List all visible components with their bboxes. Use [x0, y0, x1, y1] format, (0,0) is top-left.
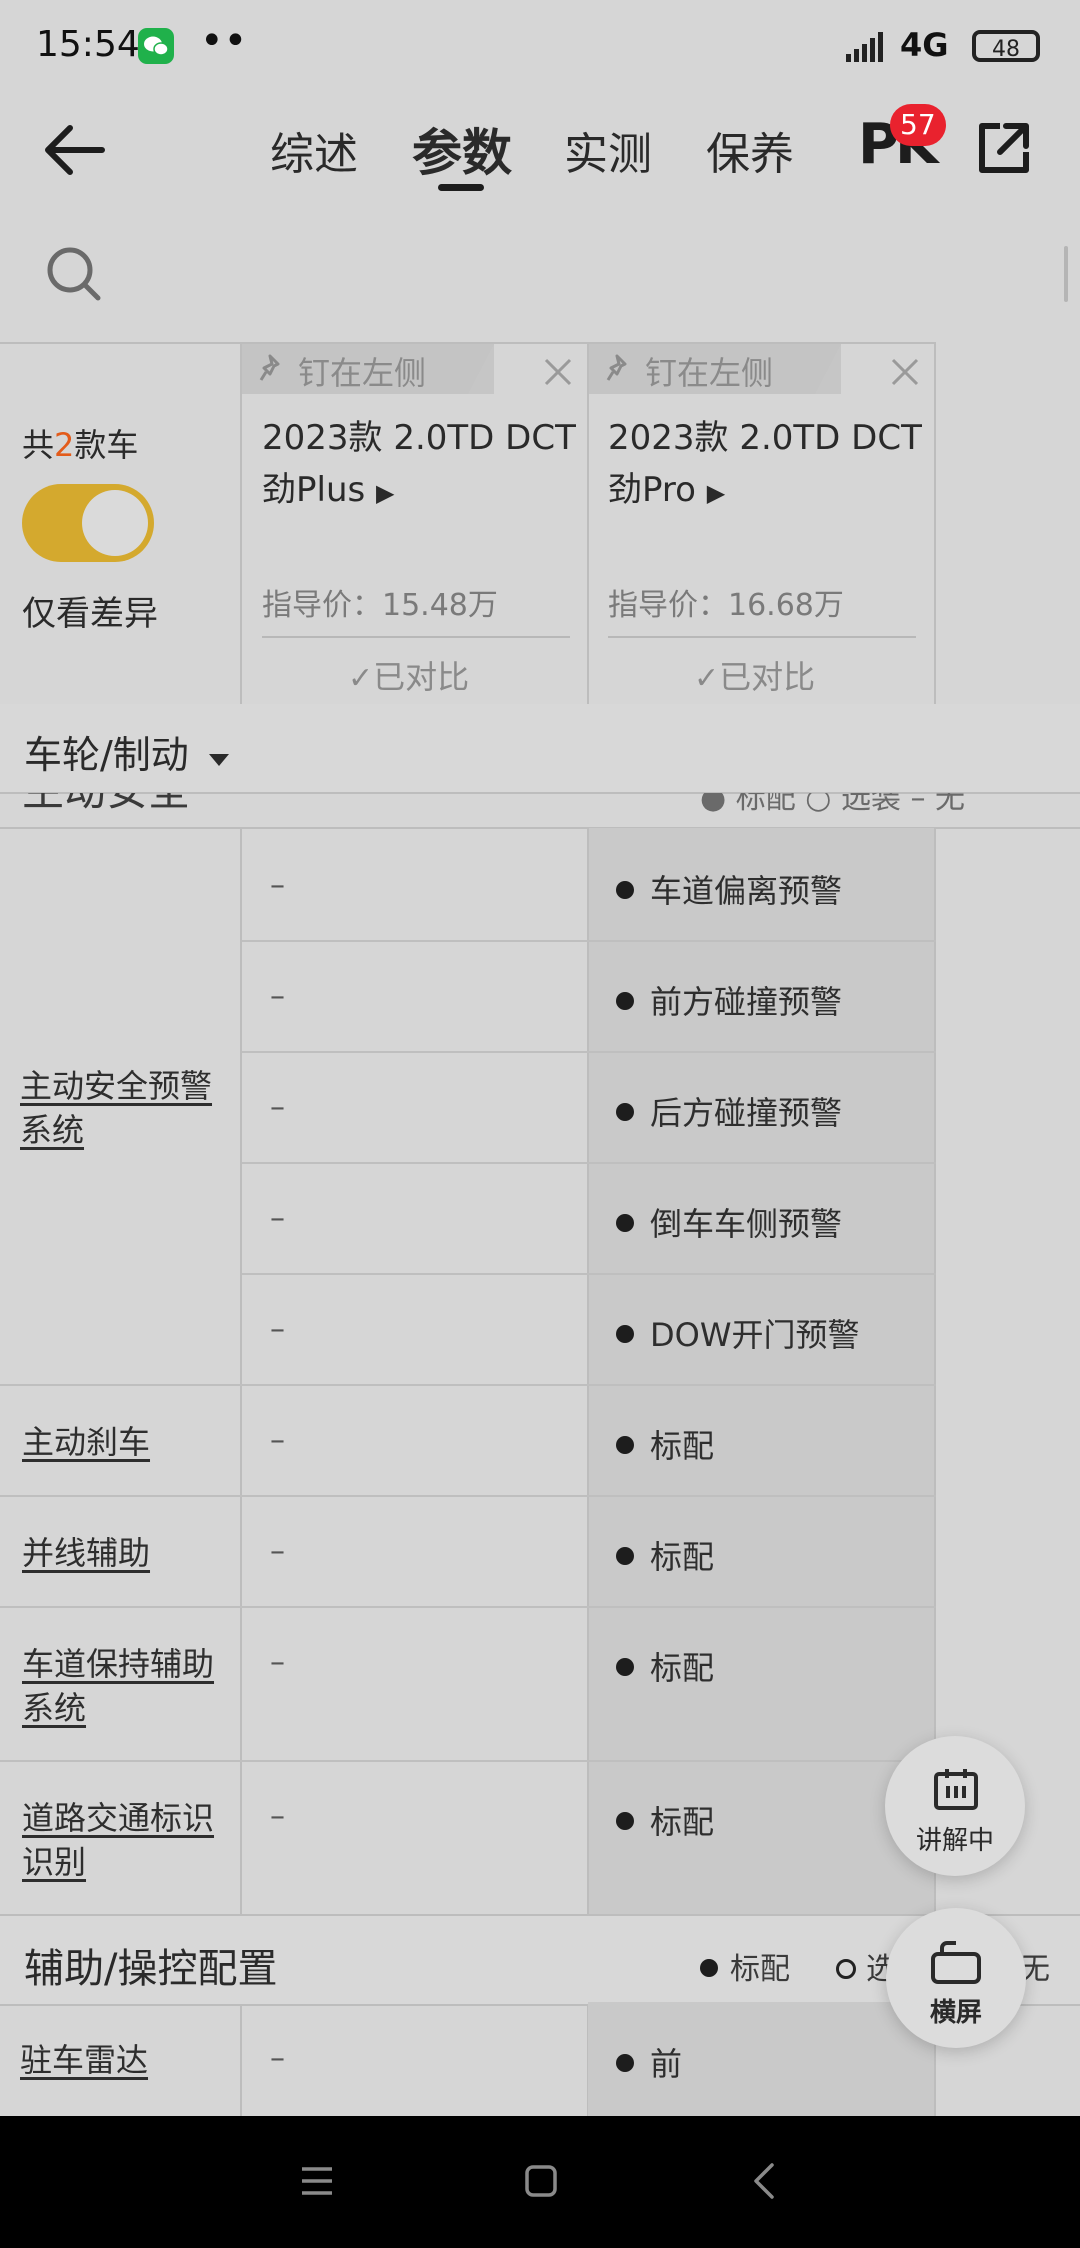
share-icon[interactable]: [976, 120, 1032, 176]
pin-left-button[interactable]: 钉在左侧: [645, 348, 773, 394]
cell-value: 标配: [616, 1797, 714, 1843]
system-navbar: [0, 2116, 1080, 2248]
row-label-parking-radar[interactable]: 驻车雷达: [20, 2038, 148, 2082]
row-label-lane-keeping[interactable]: 车道保持辅助系统: [22, 1642, 232, 1730]
active-tab-indicator: [438, 184, 484, 191]
car-name[interactable]: 2023款 2.0TD DCT 劲Plus ▶: [262, 412, 576, 519]
row-label-traffic-sign-recognition[interactable]: 道路交通标识识别: [22, 1796, 232, 1884]
status-bar: 15:54 •• 4G 48: [0, 0, 1080, 96]
cell-value: –: [270, 1201, 285, 1236]
cell-value: 倒车车侧预警: [616, 1199, 842, 1245]
car-count: 共2款车: [22, 426, 139, 464]
cell-value: 后方碰撞预警: [616, 1088, 842, 1134]
diff-only-toggle[interactable]: [22, 484, 154, 562]
battery-icon: 48: [972, 30, 1040, 62]
back-icon[interactable]: [752, 2162, 776, 2200]
row-label-active-safety-warning[interactable]: 主动安全预警系统: [20, 1064, 230, 1152]
close-icon[interactable]: [543, 357, 573, 387]
pk-count-badge: 57: [890, 104, 946, 146]
tab-params[interactable]: 参数: [412, 113, 512, 185]
cell-value: 标配: [616, 1643, 714, 1689]
cell-value: –: [270, 868, 285, 903]
network-type: 4G: [900, 26, 949, 64]
compared-label[interactable]: ✓已对比: [694, 652, 815, 698]
landscape-button[interactable]: 横屏: [886, 1908, 1026, 2048]
cell-value: –: [270, 1534, 285, 1569]
tab-tests[interactable]: 实测: [564, 118, 652, 182]
legend-standard: 标配: [700, 1944, 790, 1988]
cell-value: –: [270, 1645, 285, 1680]
wechat-notification-icon: [138, 28, 174, 64]
car-price: 指导价：16.68万: [608, 588, 844, 623]
cell-value: –: [270, 1312, 285, 1347]
cell-value: 前: [616, 2039, 682, 2085]
caret-down-icon: [208, 754, 229, 766]
compared-label[interactable]: ✓已对比: [348, 652, 469, 698]
row-label-active-brake[interactable]: 主动刹车: [22, 1420, 150, 1464]
calendar-icon: [934, 1769, 978, 1810]
scrollbar[interactable]: [1064, 246, 1068, 302]
cell-value: –: [270, 2041, 285, 2076]
search-icon[interactable]: [44, 244, 104, 304]
tab-overview[interactable]: 综述: [270, 118, 358, 182]
section-title: 辅助/操控配置: [24, 1946, 278, 1992]
cell-value: 标配: [616, 1532, 714, 1578]
back-arrow-icon[interactable]: [40, 120, 110, 180]
category-selector[interactable]: 车轮/制动: [24, 724, 229, 779]
pin-icon: [259, 354, 280, 381]
rotate-screen-icon: [931, 1941, 981, 1984]
cell-value: 前方碰撞预警: [616, 977, 842, 1023]
home-icon[interactable]: [524, 2164, 558, 2198]
cell-value: –: [270, 1799, 285, 1834]
cell-value: –: [270, 979, 285, 1014]
cell-value: –: [270, 1090, 285, 1125]
tab-maintenance[interactable]: 保养: [706, 118, 794, 182]
signal-icon: [846, 32, 883, 62]
car-price: 指导价：15.48万: [262, 588, 498, 623]
car-name[interactable]: 2023款 2.0TD DCT 劲Pro ▶: [608, 412, 922, 519]
cell-value: –: [270, 1423, 285, 1458]
cell-value: 车道偏离预警: [616, 866, 842, 912]
diff-only-label: 仅看差异: [22, 594, 158, 634]
pin-left-button[interactable]: 钉在左侧: [298, 348, 426, 394]
cell-value: DOW开门预警: [616, 1310, 859, 1356]
cell-value: 标配: [616, 1421, 714, 1467]
menu-icon[interactable]: [300, 2166, 334, 2196]
section-legend: ● 标配 ○ 选装 – 无: [700, 793, 966, 816]
explain-button[interactable]: 讲解中: [885, 1736, 1025, 1876]
section-header-active-safety: 主动安全 ● 标配 ○ 选装 – 无: [0, 793, 1080, 829]
more-notifications-icon: ••: [200, 18, 248, 64]
row-label-lane-change-assist[interactable]: 并线辅助: [22, 1531, 150, 1575]
section-title: 主动安全: [22, 793, 190, 818]
pin-icon: [606, 354, 627, 381]
status-time: 15:54: [36, 24, 140, 65]
close-icon[interactable]: [890, 357, 920, 387]
